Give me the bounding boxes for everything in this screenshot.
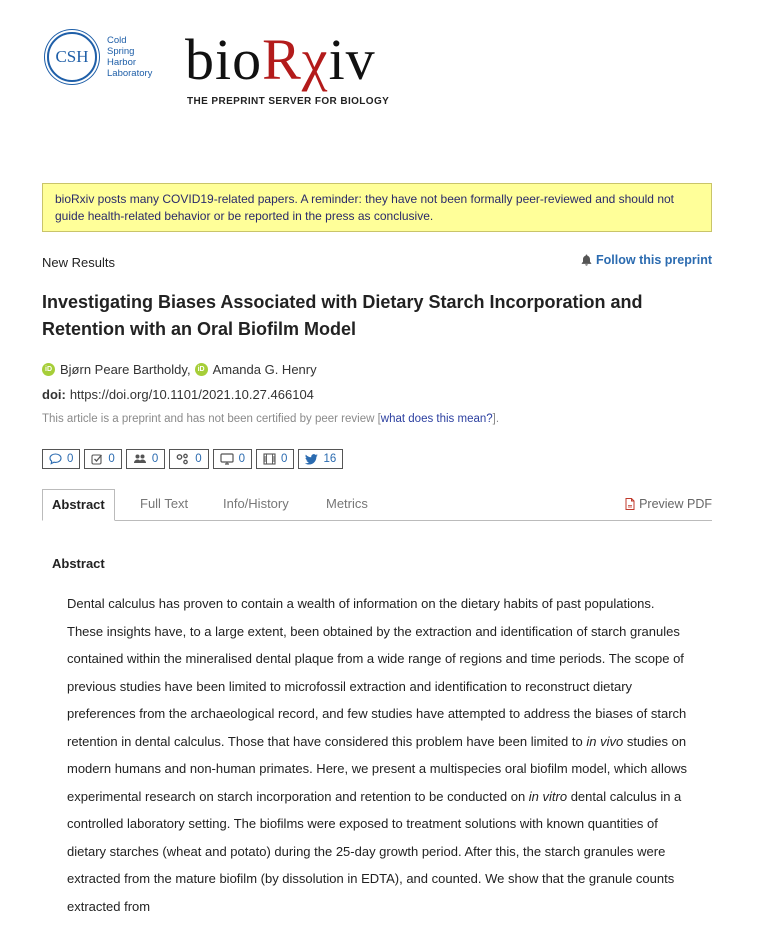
author-name[interactable]: Amanda G. Henry bbox=[213, 362, 317, 377]
metric-count: 0 bbox=[281, 453, 288, 465]
tab-abstract[interactable]: Abstract bbox=[42, 489, 115, 521]
tab-metrics[interactable]: Metrics bbox=[326, 489, 368, 520]
display-metric[interactable]: 0 bbox=[212, 449, 253, 469]
users-icon bbox=[133, 454, 146, 463]
metric-count: 0 bbox=[195, 453, 202, 465]
metric-count: 0 bbox=[238, 453, 246, 465]
preview-pdf-link[interactable]: Preview PDF bbox=[625, 497, 712, 511]
wordmark-part: iv bbox=[328, 27, 376, 92]
wordmark-part: Rχ bbox=[262, 27, 329, 92]
twitter-icon bbox=[305, 453, 319, 464]
wordmark-part: bio bbox=[185, 27, 263, 92]
csh-line: Harbor bbox=[107, 57, 137, 68]
article-title: Investigating Biases Associated with Die… bbox=[42, 292, 643, 339]
csh-logo-text: Cold Spring Harbor Laboratory bbox=[107, 35, 152, 79]
community-metric[interactable]: 0 bbox=[125, 449, 166, 469]
doi-label: doi: bbox=[42, 387, 66, 402]
abstract-italic: in vitro bbox=[528, 788, 568, 804]
share-nodes-icon bbox=[176, 453, 189, 465]
covid-notice: bioRxiv posts many COVID19-related paper… bbox=[42, 183, 712, 232]
article-tabs: Abstract Full Text Info/History Metrics … bbox=[42, 489, 712, 521]
monitor-icon bbox=[220, 453, 234, 465]
metric-count: 0 bbox=[151, 453, 159, 465]
csh-line: Laboratory bbox=[107, 68, 153, 79]
tab-full-text[interactable]: Full Text bbox=[140, 489, 188, 520]
abstract-italic: in vivo bbox=[586, 733, 624, 749]
biorxiv-wordmark: bioRχiv bbox=[185, 30, 389, 90]
author-name-text: Bjørn Peare Bartholdy bbox=[60, 362, 187, 377]
doi-link[interactable]: https://doi.org/10.1101/2021.10.27.46610… bbox=[70, 387, 314, 402]
csh-logo-circle: CSH bbox=[47, 32, 97, 82]
metrics-row: 0 0 0 0 0 0 16 bbox=[42, 449, 347, 469]
author-name[interactable]: Bjørn Peare Bartholdy, bbox=[60, 362, 191, 377]
biorxiv-logo[interactable]: bioRχiv THE PREPRINT SERVER FOR BIOLOGY bbox=[185, 30, 390, 108]
check-square-icon bbox=[91, 454, 103, 465]
author-separator: , bbox=[186, 362, 191, 377]
metric-count: 0 bbox=[108, 453, 115, 465]
abstract-segment: dental calculus in a controlled laborato… bbox=[67, 788, 682, 914]
media-metric[interactable]: 0 bbox=[256, 449, 295, 469]
comment-icon bbox=[49, 453, 62, 465]
orcid-icon[interactable]: iD bbox=[194, 363, 208, 376]
what-does-this-mean-link[interactable]: what does this mean? bbox=[381, 413, 493, 425]
share-metric[interactable]: 0 bbox=[169, 449, 209, 469]
follow-preprint-button[interactable]: Follow this preprint bbox=[581, 253, 712, 267]
bell-icon bbox=[581, 254, 592, 266]
preprint-note-text: This article is a preprint and has not b… bbox=[42, 413, 381, 425]
film-icon bbox=[263, 453, 276, 465]
abstract-segment: Dental calculus has proven to contain a … bbox=[67, 596, 687, 749]
author-name-text: Amanda G. Henry bbox=[212, 362, 317, 377]
twitter-metric[interactable]: 16 bbox=[298, 449, 344, 469]
csh-logo[interactable]: CSH Cold Spring Harbor Laboratory bbox=[44, 32, 152, 82]
comments-metric[interactable]: 0 bbox=[42, 449, 81, 469]
preview-pdf-label: Preview PDF bbox=[639, 497, 712, 511]
biorxiv-tagline: THE PREPRINT SERVER FOR BIOLOGY bbox=[187, 96, 390, 107]
reviews-metric[interactable]: 0 bbox=[84, 449, 122, 469]
article-type: New Results bbox=[42, 255, 115, 270]
author-list: iD Bjørn Peare Bartholdy, iD Amanda G. H… bbox=[42, 362, 321, 377]
orcid-icon[interactable]: iD bbox=[42, 363, 55, 376]
follow-label: Follow this preprint bbox=[596, 253, 712, 267]
abstract-heading: Abstract bbox=[52, 556, 105, 571]
metric-count: 16 bbox=[323, 453, 337, 465]
pdf-file-icon bbox=[625, 498, 635, 510]
csh-line: Cold bbox=[107, 35, 127, 46]
preprint-note: This article is a preprint and has not b… bbox=[42, 413, 499, 425]
metric-count: 0 bbox=[67, 453, 74, 465]
tab-info-history[interactable]: Info/History bbox=[223, 489, 289, 520]
preprint-note-text: ]. bbox=[492, 413, 500, 425]
abstract-text: Dental calculus has proven to contain a … bbox=[67, 590, 692, 920]
doi-line: doi: https://doi.org/10.1101/2021.10.27.4… bbox=[42, 387, 314, 402]
csh-line: Spring bbox=[107, 46, 135, 57]
